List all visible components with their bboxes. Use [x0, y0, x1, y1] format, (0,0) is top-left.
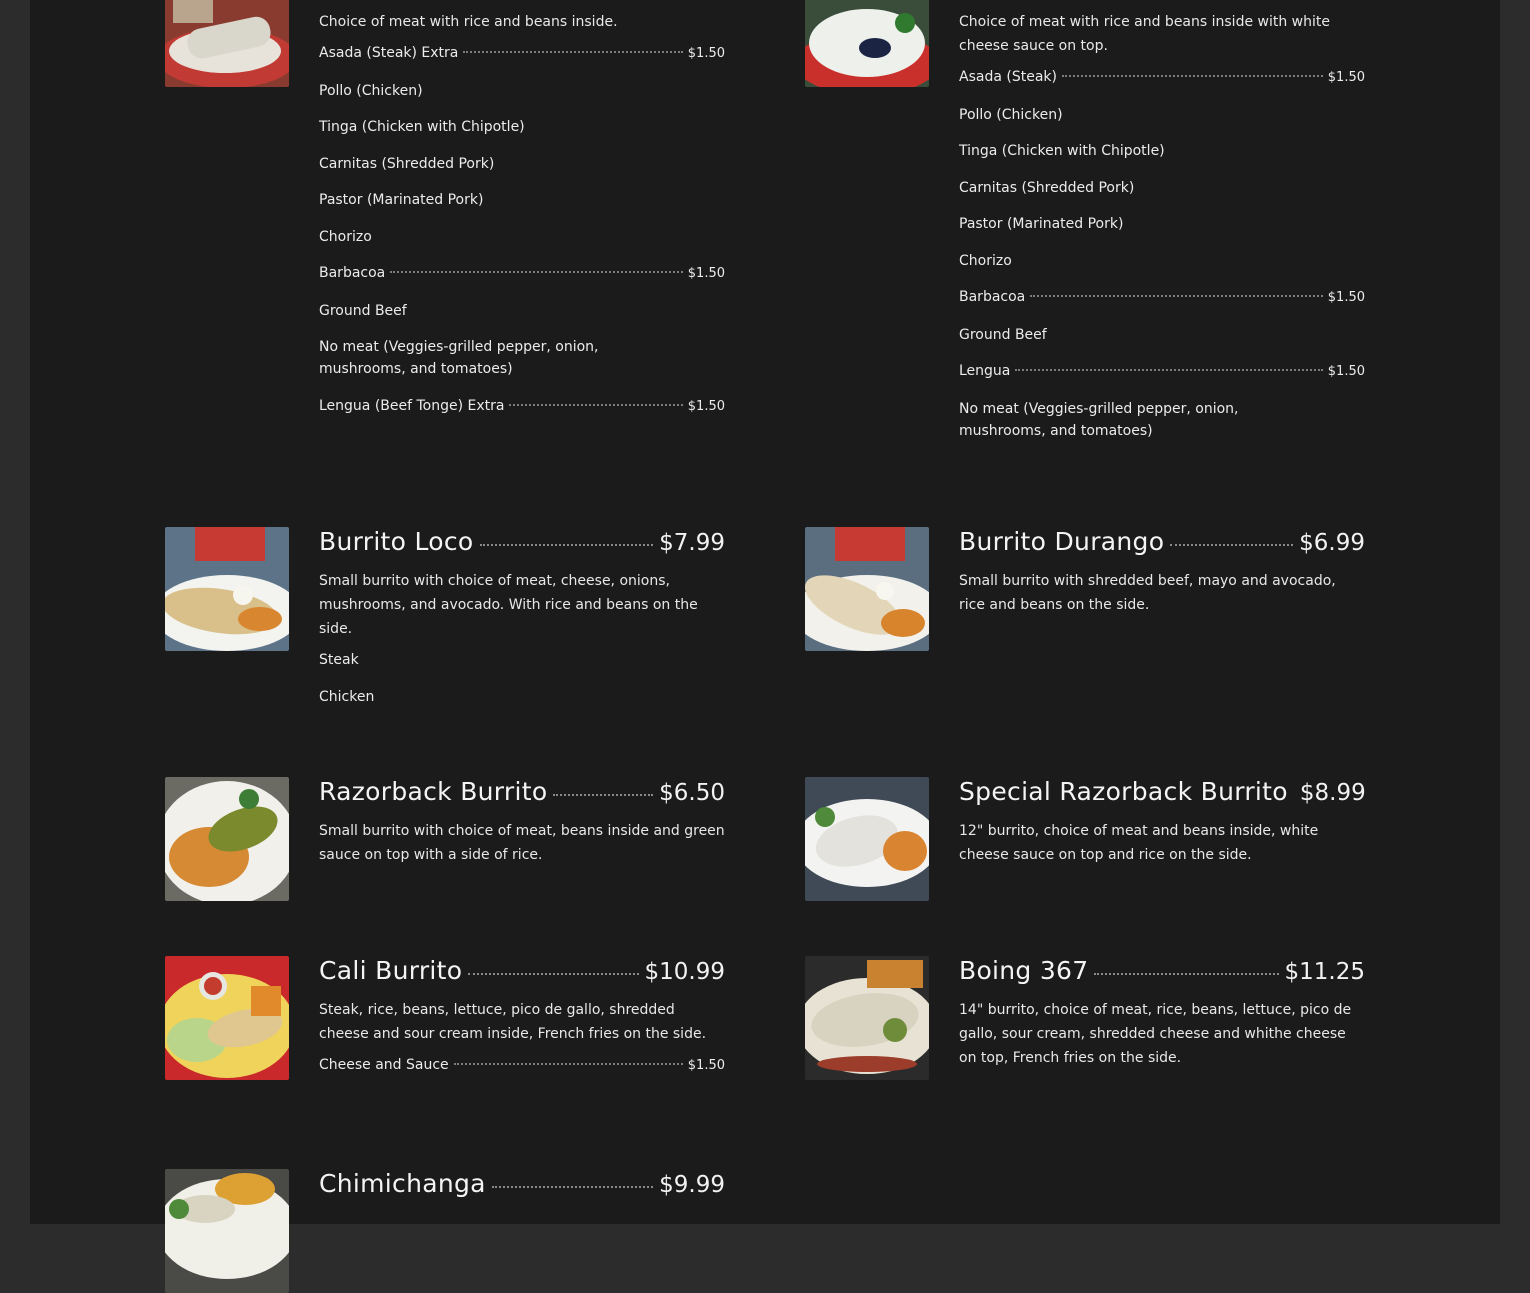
option-row: No meat (Veggies-grilled pepper, onion, … [319, 339, 599, 377]
option-row: Chicken [319, 688, 375, 705]
item-price: $8.99 [1299, 780, 1366, 806]
option-row: Tinga (Chicken with Chipotle) [319, 119, 525, 135]
item-price: $9.99 [659, 1172, 725, 1198]
option-row: Ground Beef [959, 326, 1047, 343]
food-photo[interactable] [805, 777, 929, 901]
food-photo[interactable] [805, 956, 929, 1080]
food-photo[interactable] [165, 0, 289, 87]
item-description: 12" burrito, choice of meat and beans in… [959, 823, 1319, 863]
option-row: Asada (Steak) Extra $1.50 [319, 45, 725, 61]
item-title: Razorback Burrito [319, 777, 548, 806]
item-description: Choice of meat with rice and beans insid… [319, 14, 618, 30]
item-title: Cali Burrito [319, 956, 463, 985]
option-row: Barbacoa $1.50 [959, 289, 1365, 305]
food-photo[interactable] [165, 777, 289, 901]
item-description: Small burrito with choice of meat, beans… [319, 823, 725, 863]
option-row: Chorizo [319, 228, 372, 245]
item-description: Steak, rice, beans, lettuce, pico de gal… [319, 1002, 707, 1042]
option-row: Lengua (Beef Tonge) Extra $1.50 [319, 397, 725, 414]
item-title: Boing 367 [959, 956, 1089, 985]
food-photo[interactable] [805, 0, 929, 87]
dot-leader [553, 794, 654, 796]
option-row: Steak [319, 652, 359, 668]
option-row: Pollo (Chicken) [959, 106, 1063, 123]
option-row: No meat (Veggies-grilled pepper, onion, … [959, 400, 1239, 439]
food-photo[interactable] [805, 527, 929, 651]
item-description: 14" burrito, choice of meat, rice, beans… [959, 1002, 1352, 1066]
item-title: Burrito Durango [959, 527, 1165, 556]
item-title: Burrito Loco [319, 527, 474, 556]
item-price: $6.99 [1299, 530, 1365, 556]
dot-leader [468, 973, 639, 975]
option-row: Carnitas (Shredded Pork) [959, 179, 1135, 196]
option-row: Ground Beef [319, 302, 407, 319]
option-row: Pastor (Marinated Pork) [319, 192, 484, 208]
option-row: Asada (Steak) $1.50 [959, 69, 1365, 85]
item-price: $7.99 [659, 530, 725, 556]
food-photo[interactable] [165, 1169, 289, 1293]
option-row: Tinga (Chicken with Chipotle) [959, 143, 1165, 159]
option-row: Carnitas (Shredded Pork) [319, 155, 495, 172]
option-row: Cheese and Sauce $1.50 [319, 1057, 725, 1073]
item-price: $6.50 [659, 780, 725, 806]
item-description: Small burrito with choice of meat, chees… [319, 573, 698, 637]
option-row: Pollo (Chicken) [319, 82, 423, 99]
option-row: Pastor (Marinated Pork) [959, 216, 1124, 232]
dot-leader [491, 1186, 654, 1188]
dot-leader [479, 544, 654, 546]
dot-leader [1170, 544, 1294, 546]
item-title: Special Razorback Burrito [959, 777, 1288, 806]
dot-leader [1094, 973, 1279, 975]
food-photo[interactable] [165, 956, 289, 1080]
item-description: Small burrito with shredded beef, mayo a… [959, 573, 1336, 613]
option-row: Barbacoa $1.50 [319, 265, 725, 281]
item-price: $10.99 [644, 959, 725, 985]
item-description: Choice of meat with rice and beans insid… [959, 14, 1330, 54]
item-price: $11.25 [1284, 959, 1365, 985]
food-photo[interactable] [165, 527, 289, 651]
option-row: Lengua $1.50 [959, 363, 1365, 379]
item-title: Chimichanga [319, 1169, 486, 1198]
option-row: Chorizo [959, 252, 1012, 269]
